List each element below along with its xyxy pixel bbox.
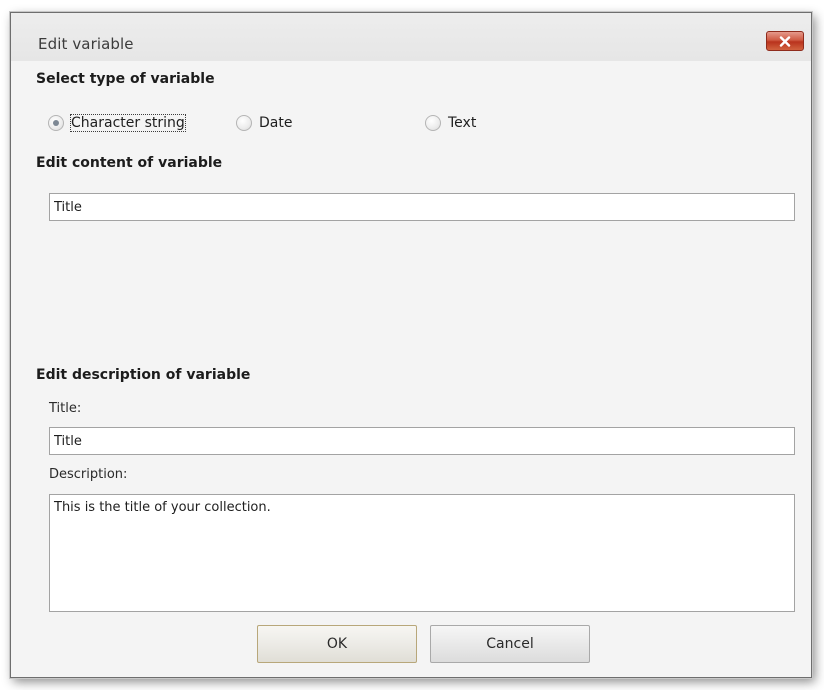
description-section-heading: Edit description of variable	[36, 367, 251, 383]
edit-variable-dialog: Edit variable Select type of variable Ch…	[10, 12, 812, 678]
title-bar[interactable]: Edit variable	[11, 13, 811, 61]
content-input[interactable]	[49, 193, 795, 221]
title-field-label: Title:	[49, 401, 82, 416]
ok-button[interactable]: OK	[257, 625, 417, 663]
radio-character-string[interactable]: Character string	[48, 111, 186, 135]
radio-unchecked-icon[interactable]	[236, 115, 252, 131]
description-field-label: Description:	[49, 467, 128, 482]
variable-type-radio-group: Character string Date Text	[48, 111, 648, 135]
radio-checked-icon[interactable]	[48, 115, 64, 131]
dialog-title: Edit variable	[38, 35, 134, 53]
radio-date[interactable]: Date	[236, 111, 292, 135]
content-section-heading: Edit content of variable	[36, 155, 223, 171]
close-icon	[779, 35, 791, 47]
radio-text[interactable]: Text	[425, 111, 476, 135]
close-button[interactable]	[766, 31, 804, 51]
cancel-button[interactable]: Cancel	[430, 625, 590, 663]
type-section-heading: Select type of variable	[36, 71, 215, 87]
radio-unchecked-icon[interactable]	[425, 115, 441, 131]
radio-label-date: Date	[259, 115, 293, 131]
radio-label-text: Text	[448, 115, 477, 131]
radio-label-character-string: Character string	[70, 114, 186, 132]
description-textarea[interactable]: This is the title of your collection.	[49, 494, 795, 612]
title-input[interactable]	[49, 427, 795, 455]
